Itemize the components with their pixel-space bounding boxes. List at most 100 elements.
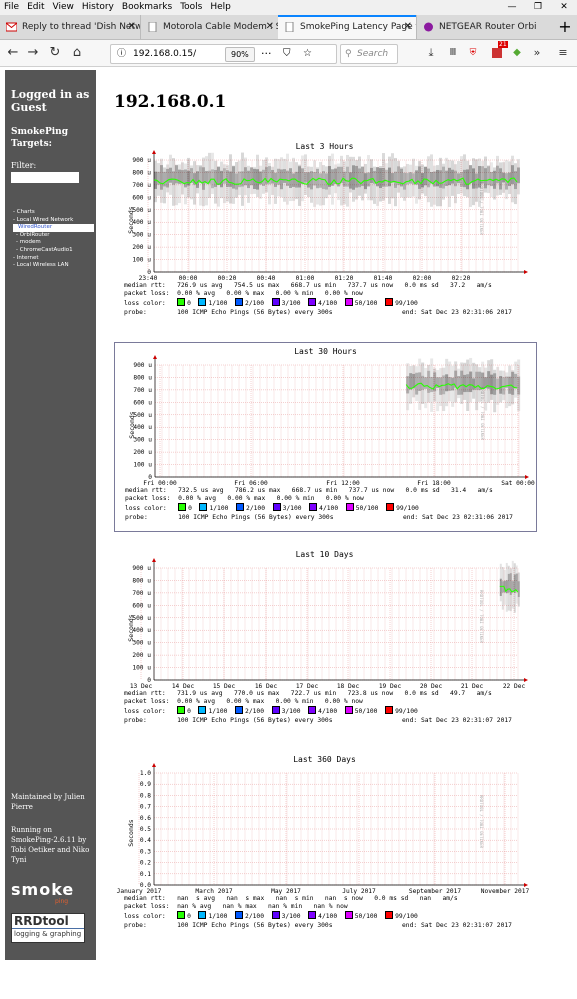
smoke-band (436, 369, 440, 412)
smoke-core (454, 170, 457, 187)
smoke-core (439, 170, 442, 188)
loss-color-swatch (309, 503, 318, 512)
tab-smokeping[interactable]: SmokePing Latency Page for 192. ✕ (278, 15, 416, 39)
info-icon[interactable]: ⓘ (117, 45, 126, 63)
url-bar[interactable]: ⓘ 192.168.0.15/ 90% ··· ⛉ ☆ (110, 44, 337, 64)
page-actions-icon[interactable]: ··· (261, 45, 272, 63)
menu-history[interactable]: History (78, 0, 118, 15)
back-icon[interactable]: ← (6, 44, 20, 62)
loss-color-value: 4/100 (318, 708, 338, 716)
filter-input[interactable] (11, 172, 79, 183)
smoke-core (283, 169, 286, 183)
probe-text: probe: 100 ICMP Echo Pings (56 Bytes) ev… (124, 716, 333, 724)
loss-color-value: 50/100 (354, 300, 378, 308)
legend-median-rtt: median rtt: 731.9 us avg 770.0 us max 72… (124, 690, 492, 697)
ublock-icon[interactable]: ⛨ (466, 44, 480, 62)
nav-item-local-wired-network[interactable]: - Local Wired Network (13, 217, 97, 225)
library-icon[interactable]: Ⅲ (446, 44, 460, 62)
nav-item-charts[interactable]: - Charts (13, 209, 97, 217)
addon-icon[interactable]: ◆ (510, 44, 524, 62)
y-axis-arrow (153, 355, 157, 359)
x-tick-label: Fri 06:00 (234, 480, 268, 487)
x-axis-arrow (524, 270, 528, 274)
forward-icon[interactable]: → (26, 44, 40, 62)
menu-edit[interactable]: Edit (23, 0, 48, 15)
nav-item-chromecastaudio1[interactable]: - ChromeCastAudio1 (13, 247, 97, 255)
x-tick-label: Fri 12:00 (326, 480, 360, 487)
smoke-core (256, 169, 259, 190)
graph-last-360-days[interactable]: Last 360 Days Seconds RRDTOOL / TOBI OETIK… (114, 751, 535, 939)
smoke-core (304, 172, 307, 183)
download-icon[interactable]: ⤓ (424, 44, 438, 62)
bookmark-star-icon[interactable]: ☆ (303, 45, 312, 63)
rrdtool-logo[interactable]: RRDtool logging & graphing (11, 913, 85, 943)
x-axis-arrow (525, 475, 529, 479)
tab-motorola-modem[interactable]: Motorola Cable Modem : Status ✕ (140, 15, 278, 39)
smoke-core (427, 168, 430, 188)
y-tick-label: 0.2 (140, 860, 151, 867)
tab-label: Motorola Cable Modem : Status (163, 22, 278, 32)
search-box[interactable]: ⚲ Search (340, 44, 398, 64)
minimize-button[interactable]: — (499, 0, 525, 15)
extension-tile (492, 48, 502, 58)
overflow-icon[interactable]: » (530, 44, 544, 62)
smoke-core (499, 578, 502, 596)
tab-close-icon[interactable]: ✕ (404, 17, 412, 37)
nav-item-wiredrouter[interactable]: WiredRouter (13, 224, 94, 232)
legend-packet-loss: packet loss: 0.00 % avg 0.00 % max 0.00 … (124, 290, 363, 298)
smoke-core (403, 172, 406, 190)
menu-help[interactable]: Help (206, 0, 235, 15)
graph-last-10-days[interactable]: Last 10 Days Seconds RRDTOOL / TOBI OETIKE… (114, 546, 535, 734)
nav-item-internet[interactable]: - Internet (13, 255, 97, 263)
x-tick-label: 14 Dec (172, 683, 195, 690)
menu-bookmarks[interactable]: Bookmarks (118, 0, 176, 15)
new-tab-button[interactable]: + (555, 15, 575, 39)
tab-dish-network[interactable]: Reply to thread 'Dish Netw ✕ (0, 15, 140, 39)
smoke-core (487, 166, 490, 186)
loss-color-value: 99/100 (396, 505, 419, 513)
smoke-core (469, 371, 473, 393)
loss-color-value: 0 (187, 708, 191, 716)
legend-packet-loss: packet loss: 0.00 % avg 0.00 % max 0.00 … (124, 698, 363, 706)
legend-probe-line: probe: 100 ICMP Echo Pings (56 Bytes) ev… (124, 716, 512, 725)
close-window-button[interactable]: ✕ (551, 0, 577, 15)
pocket-icon[interactable]: ⛉ (283, 45, 291, 63)
restore-button[interactable]: ❐ (525, 0, 551, 15)
smoke-core (382, 168, 385, 187)
legend-median-rtt: median rtt: 726.9 us avg 754.5 us max 66… (124, 282, 492, 289)
nav-item-modem[interactable]: - modem (13, 239, 97, 247)
extension-icon[interactable]: 21 (490, 41, 508, 62)
y-tick-label: 200 u (133, 449, 152, 456)
menu-view[interactable]: View (49, 0, 78, 15)
smoke-core (406, 173, 409, 185)
tab-close-icon[interactable]: ✕ (266, 15, 274, 39)
x-tick-label: 02:00 (413, 275, 432, 282)
graph-last-30-hours[interactable]: Last 30 Hours Seconds RRDTOOL / TOBI OETIK… (114, 342, 537, 532)
loss-color-value: 2/100 (245, 913, 264, 921)
smokeping-logo[interactable]: smoke (11, 880, 74, 899)
smoke-core (460, 370, 464, 395)
nav-item-orbirouter[interactable]: - OrbiRouter (13, 232, 97, 240)
x-tick-label: 17 Dec (296, 683, 319, 690)
home-icon[interactable]: ⌂ (70, 44, 84, 62)
reload-icon[interactable]: ↻ (48, 44, 62, 62)
menu-tools[interactable]: Tools (176, 0, 206, 15)
smoke-core (457, 375, 461, 395)
loss-color-value: 4/100 (318, 300, 338, 308)
x-tick-label: 19 Dec (379, 683, 402, 690)
y-tick-label: 500 u (132, 207, 151, 214)
smoke-core (427, 370, 431, 393)
zoom-indicator[interactable]: 90% (225, 47, 255, 62)
tab-netgear-orbi[interactable]: NETGEAR Router Orbi (416, 15, 553, 39)
smoke-core (517, 167, 520, 184)
tab-close-icon[interactable]: ✕ (128, 15, 136, 39)
x-axis-arrow (524, 678, 528, 682)
loss-color-label: loss color: (124, 708, 166, 716)
menu-file[interactable]: File (0, 0, 23, 15)
hamburger-menu-icon[interactable]: ≡ (556, 44, 570, 62)
loss-color-swatch (199, 503, 208, 512)
graph-last-3-hours[interactable]: Last 3 Hours Seconds RRDTOOL / TOBI OETIKE… (114, 138, 535, 326)
loss-color-value: 2/100 (246, 505, 265, 513)
y-tick-label: 0.8 (140, 792, 151, 799)
nav-item-local-wireless-lan[interactable]: - Local Wireless LAN (13, 262, 97, 270)
